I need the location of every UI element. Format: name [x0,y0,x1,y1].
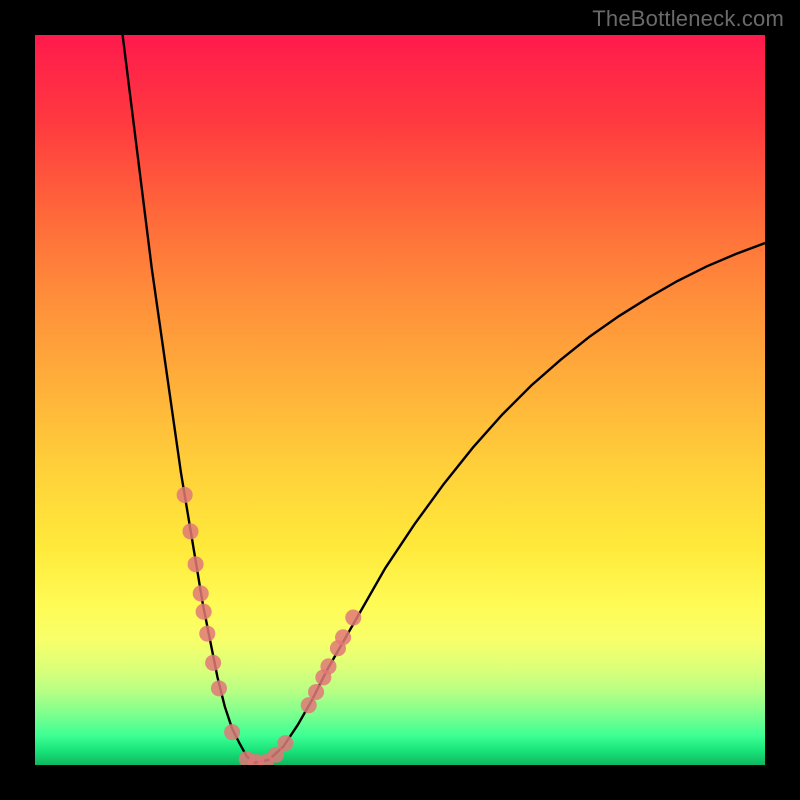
chart-plot-area [35,35,765,765]
marker-point [308,684,324,700]
bottleneck-curve [123,35,765,763]
marker-point [320,658,336,674]
marker-point [199,626,215,642]
marker-point [211,680,227,696]
marker-point [277,735,293,751]
marker-group [177,487,362,765]
marker-point [205,655,221,671]
chart-outer-frame: TheBottleneck.com [0,0,800,800]
marker-point [193,585,209,601]
marker-point [335,629,351,645]
marker-point [224,724,240,740]
chart-svg [35,35,765,765]
marker-point [345,610,361,626]
marker-point [182,523,198,539]
marker-point [177,487,193,503]
marker-point [196,604,212,620]
marker-point [188,556,204,572]
watermark-text: TheBottleneck.com [592,6,784,32]
